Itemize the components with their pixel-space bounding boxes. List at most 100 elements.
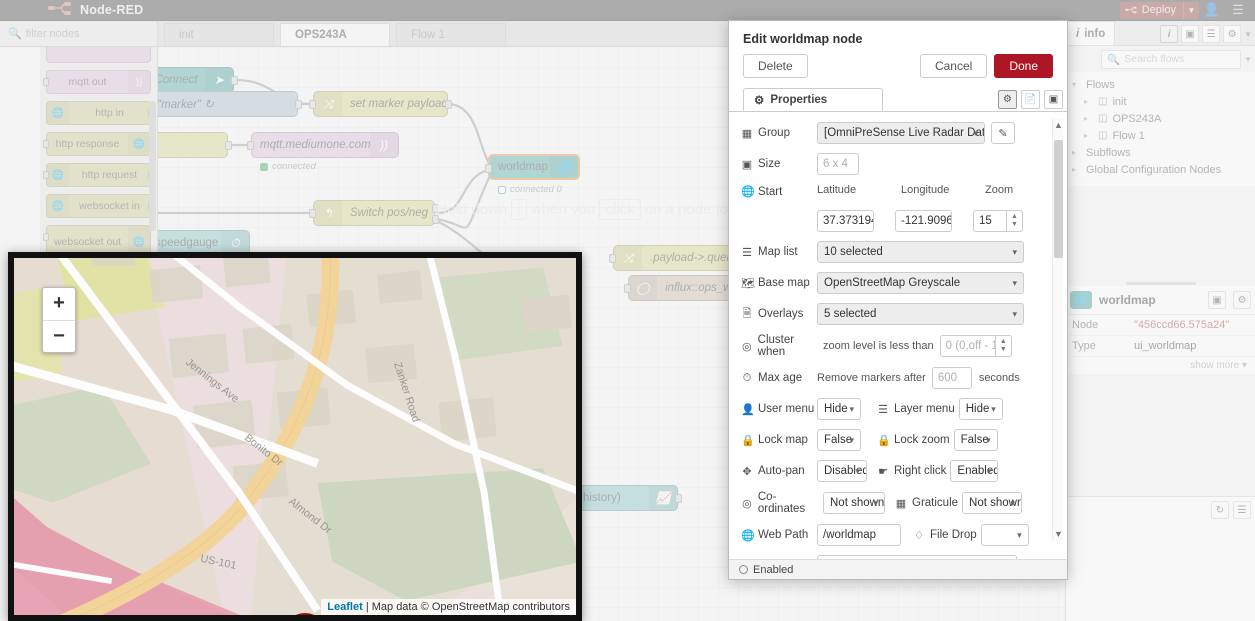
flow-node-worldmap[interactable]: worldmap 🌐 connected 0 xyxy=(485,154,580,195)
delete-button[interactable]: Delete xyxy=(743,54,808,78)
longitude-input[interactable]: -121.909639 xyxy=(895,210,952,232)
cluster-stepper[interactable]: 0 (0,off - 19) ▲▼ xyxy=(939,335,1012,357)
gear-icon-button[interactable]: ⚙ xyxy=(998,90,1017,109)
name-input[interactable]: name xyxy=(817,555,1017,559)
toggle-off-icon[interactable] xyxy=(739,565,748,574)
flow-node-connect[interactable]: n Connect ➤ xyxy=(158,67,238,93)
deploy-dropdown-button[interactable]: ▼ xyxy=(1183,1,1199,19)
max-age-input[interactable]: 600 xyxy=(931,367,972,389)
tree-item-init[interactable]: ▸ ◫ init xyxy=(1066,93,1255,110)
more-icon-button[interactable]: ⚙ xyxy=(1233,291,1251,309)
chevron-right-icon[interactable]: ▸ xyxy=(1072,148,1081,157)
palette-node[interactable] xyxy=(46,47,151,63)
chevron-right-icon[interactable]: ▸ xyxy=(1084,131,1093,140)
flow-node-send-marker[interactable]: Send "marker" ↻ xyxy=(158,91,302,117)
node-input-port[interactable] xyxy=(485,164,492,173)
lock-map-select[interactable]: False xyxy=(817,429,861,451)
graticule-select[interactable]: Not shown xyxy=(962,492,1023,514)
zoom-stepper[interactable]: 15 ▲ ▼ xyxy=(973,210,1023,232)
layer-menu-select[interactable]: Hide xyxy=(958,398,1003,420)
palette-scrollbar[interactable] xyxy=(149,101,156,231)
flow-tab-ops243a[interactable]: OPS243A xyxy=(280,23,390,46)
zoom-stepper-arrows[interactable]: ▲ ▼ xyxy=(1007,210,1023,232)
node-input-port[interactable] xyxy=(43,140,49,148)
tree-item-subflows[interactable]: ▸ Subflows xyxy=(1066,144,1255,161)
flow-node-set-marker-payload[interactable]: ⤨ set marker payload xyxy=(309,91,452,117)
caret-up-icon[interactable]: ▲ xyxy=(1053,120,1064,130)
latitude-input[interactable]: 37.373194 xyxy=(817,210,874,232)
node-output-port[interactable] xyxy=(231,76,238,85)
web-path-input[interactable]: /worldmap xyxy=(817,524,901,546)
chevron-down-icon[interactable]: ▼ xyxy=(1241,55,1252,64)
leaflet-link[interactable]: Leaflet xyxy=(327,601,362,613)
node-input-port[interactable] xyxy=(309,100,316,109)
tree-item-flow1[interactable]: ▸ ◫ Flow 1 xyxy=(1066,127,1255,144)
overlays-select[interactable]: 5 selected xyxy=(817,303,1024,325)
node-output-port[interactable] xyxy=(225,141,232,150)
node-output-port[interactable] xyxy=(675,494,682,503)
chevron-right-icon[interactable]: ▸ xyxy=(1072,165,1081,174)
chevron-right-icon[interactable]: ▸ xyxy=(1084,114,1093,123)
node-input-port[interactable] xyxy=(43,233,49,241)
search-flows-input[interactable]: 🔍 Search flows xyxy=(1101,49,1242,69)
palette-node-websocket-in[interactable]: 🌐 websocket in xyxy=(46,194,154,218)
leaflet-map[interactable]: Jennings Ave Bonito Dr Almond Dr Zanker … xyxy=(14,258,576,615)
deploy-button[interactable]: Deploy xyxy=(1119,1,1183,19)
cluster-input[interactable]: 0 (0,off - 19) xyxy=(939,335,996,357)
caret-down-icon[interactable]: ▼ xyxy=(1053,529,1064,539)
cancel-button[interactable]: Cancel xyxy=(919,54,988,78)
dialog-scrollbar[interactable]: ▲ ▼ xyxy=(1052,118,1063,541)
palette-node-http-request[interactable]: 🌐 http request xyxy=(43,163,154,187)
pencil-icon-button[interactable]: ✎ xyxy=(991,122,1015,144)
dashboard-icon-button[interactable]: ☰ xyxy=(1202,25,1221,43)
palette-node-http-in[interactable]: 🌐 http in xyxy=(46,101,154,125)
sidebar-tab-info[interactable]: i info xyxy=(1066,21,1116,45)
node-input-port[interactable] xyxy=(43,171,49,179)
palette-node-mqtt-out[interactable]: mqtt out )) xyxy=(43,70,151,94)
map-list-select[interactable]: 10 selected xyxy=(817,241,1024,263)
config-gear-icon-button[interactable]: ⚙ xyxy=(1223,25,1242,43)
info-icon-button[interactable]: i xyxy=(1160,25,1179,43)
scrollbar-thumb[interactable] xyxy=(1054,140,1063,258)
node-input-port[interactable] xyxy=(247,141,254,150)
map-zoom-control[interactable]: + − xyxy=(42,287,76,353)
tree-item-global-config[interactable]: ▸ Global Configuration Nodes xyxy=(1066,161,1255,178)
debug-icon-button[interactable]: ▣ xyxy=(1181,25,1200,43)
file-drop-select[interactable] xyxy=(980,524,1029,546)
zoom-input[interactable]: 15 xyxy=(973,210,1007,232)
show-more-button[interactable]: show more ▾ xyxy=(1066,357,1255,374)
hamburger-menu-icon[interactable]: ☰ xyxy=(1225,2,1251,18)
chevron-right-icon[interactable]: ▸ xyxy=(1084,97,1093,106)
node-output-port[interactable] xyxy=(445,100,452,109)
tree-item-ops243a[interactable]: ▸ ◫ OPS243A xyxy=(1066,110,1255,127)
appearance-icon-button[interactable]: ▣ xyxy=(1044,90,1063,109)
zoom-in-button[interactable]: + xyxy=(43,288,75,321)
coordinates-select[interactable]: Not shown xyxy=(823,492,885,514)
flow-tab-init[interactable]: init xyxy=(164,23,274,46)
chevron-down-icon[interactable]: ▼ xyxy=(1244,30,1252,39)
refresh-icon-button[interactable]: ↻ xyxy=(1211,501,1229,519)
lock-zoom-select[interactable]: False xyxy=(953,429,998,451)
base-map-select[interactable]: OpenStreetMap Greyscale xyxy=(817,272,1024,294)
palette-filter-input[interactable]: 🔍 filter nodes xyxy=(0,21,158,46)
right-click-select[interactable]: Enabled xyxy=(950,460,999,482)
node-input-port[interactable] xyxy=(43,78,49,86)
copy-icon-button[interactable]: ▣ xyxy=(1208,291,1226,309)
node-input-port[interactable] xyxy=(624,284,631,293)
palette-node-http-response[interactable]: http response 🌐 xyxy=(43,132,151,156)
node-input-port[interactable] xyxy=(609,254,616,263)
user-menu-select[interactable]: Hide xyxy=(817,398,861,420)
tab-properties[interactable]: ⚙ Properties xyxy=(743,88,883,111)
node-output-port[interactable] xyxy=(295,100,302,109)
flow-node-mqtt-broker[interactable]: mqtt.mediumone.com )) connected xyxy=(247,132,399,172)
auto-pan-select[interactable]: Disabled xyxy=(817,460,867,482)
group-select[interactable]: [OmniPreSense Live Radar Data @ xyxy=(817,122,985,144)
description-icon-button[interactable]: 📄 xyxy=(1021,90,1040,109)
size-input[interactable]: 6 x 4 xyxy=(817,153,859,175)
chevron-down-icon[interactable]: ▾ xyxy=(1072,80,1081,89)
flow-tab-flow1[interactable]: Flow 1 xyxy=(396,23,506,46)
filter-icon-button[interactable]: ☰ xyxy=(1233,501,1251,519)
zoom-out-button[interactable]: − xyxy=(43,321,75,353)
user-icon[interactable]: 👤 xyxy=(1199,2,1225,18)
cluster-stepper-arrows[interactable]: ▲ ▼ xyxy=(995,335,1012,357)
